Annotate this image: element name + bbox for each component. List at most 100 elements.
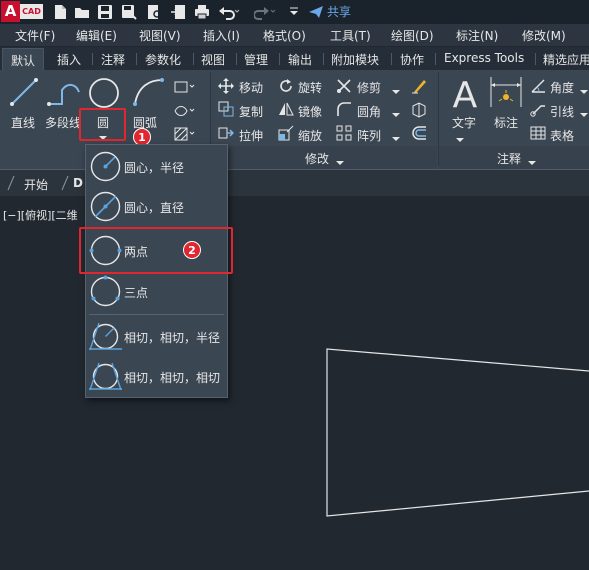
table-tool[interactable]: 表格 <box>550 127 574 144</box>
menu-divider <box>89 314 224 315</box>
mirror-icon <box>278 101 294 117</box>
array-dropdown-icon[interactable] <box>392 131 400 141</box>
modify-panel-title[interactable]: 修改 <box>305 150 329 167</box>
leader-dropdown-icon[interactable] <box>580 107 588 117</box>
tab-separator <box>535 53 536 65</box>
menu-edit[interactable]: 编辑(E) <box>76 27 117 44</box>
erase-icon[interactable] <box>410 77 428 95</box>
tab-express-tools[interactable]: Express Tools <box>444 51 524 65</box>
scale-tool[interactable]: 缩放 <box>298 127 322 144</box>
tab-featured-apps[interactable]: 精选应用 <box>543 51 589 68</box>
share-label: 共享 <box>327 5 352 19</box>
polyline-tool-label[interactable]: 多段线 <box>45 114 81 131</box>
circle-icon <box>86 75 122 111</box>
menu-circle-center-diameter[interactable]: 圆心，直径 <box>86 187 227 227</box>
ribbon-tab-row: 默认 插入 注释 参数化 视图 管理 输出 附加模块 协作 Express To… <box>0 47 589 70</box>
print-preview-icon[interactable] <box>146 4 162 20</box>
save-icon[interactable] <box>97 4 113 20</box>
fillet-dropdown-icon[interactable] <box>392 107 400 117</box>
tab-default[interactable]: 默认 <box>2 48 45 70</box>
rotate-tool[interactable]: 旋转 <box>298 79 322 96</box>
publish-icon[interactable] <box>170 4 186 20</box>
trim-tool[interactable]: 修剪 <box>357 79 381 96</box>
scale-icon <box>278 125 294 141</box>
menu-modify[interactable]: 修改(M) <box>522 27 566 44</box>
modify-panel-expand-icon[interactable] <box>336 155 344 165</box>
tab-separator <box>193 53 194 65</box>
share-button[interactable]: 共享 <box>308 3 351 20</box>
print-icon[interactable] <box>194 4 210 20</box>
share-icon <box>309 5 323 18</box>
menu-label: 圆心，半径 <box>124 161 185 175</box>
mirror-tool[interactable]: 镜像 <box>298 103 322 120</box>
rectangle-icon[interactable] <box>173 80 195 94</box>
dimension-tool-label[interactable]: 标注 <box>494 114 518 131</box>
save-as-icon[interactable] <box>121 4 137 20</box>
tab-view[interactable]: 视图 <box>201 51 225 68</box>
offset-icon[interactable] <box>410 124 428 142</box>
polyline-icon <box>46 78 82 108</box>
menu-view[interactable]: 视图(V) <box>139 27 181 44</box>
text-tool-label[interactable]: 文字 <box>452 114 476 131</box>
tab-addins[interactable]: 附加模块 <box>331 51 379 68</box>
array-tool[interactable]: 阵列 <box>357 127 381 144</box>
menu-format[interactable]: 格式(O) <box>263 27 306 44</box>
rotate-icon <box>278 78 294 94</box>
menu-circle-center-radius[interactable]: 圆心，半径 <box>86 147 227 187</box>
move-icon <box>218 78 234 94</box>
menu-label: 圆心，直径 <box>124 201 185 215</box>
explode-icon[interactable] <box>410 100 428 118</box>
tab-manage[interactable]: 管理 <box>244 51 268 68</box>
angle-dropdown-icon[interactable] <box>580 84 588 94</box>
leader-tool[interactable]: 引线 <box>550 103 574 120</box>
tab-insert[interactable]: 插入 <box>57 51 81 68</box>
annotation-panel-expand-icon[interactable] <box>528 155 536 165</box>
boundary-icon[interactable] <box>173 126 195 142</box>
stretch-icon <box>218 125 235 141</box>
arc-icon <box>132 76 164 108</box>
doctab-start[interactable]: 开始 <box>24 176 48 193</box>
menu-circle-tan-tan-tan[interactable]: 相切，相切，相切 <box>86 357 227 397</box>
fillet-tool[interactable]: 圆角 <box>357 103 381 120</box>
menu-bar: 文件(F) 编辑(E) 视图(V) 插入(I) 格式(O) 工具(T) 绘图(D… <box>0 24 589 46</box>
menu-insert[interactable]: 插入(I) <box>203 27 240 44</box>
text-dropdown-icon[interactable] <box>456 132 464 142</box>
hatch-icon[interactable] <box>173 104 195 118</box>
tab-separator <box>435 53 436 65</box>
copy-icon <box>218 101 234 117</box>
move-tool[interactable]: 移动 <box>239 79 263 96</box>
copy-tool[interactable]: 复制 <box>239 103 263 120</box>
undo-icon[interactable] <box>218 4 240 20</box>
tab-parametric[interactable]: 参数化 <box>145 51 181 68</box>
redo-icon[interactable] <box>254 4 276 20</box>
menu-circle-tan-tan-radius[interactable]: 相切，相切，半径 <box>86 317 227 357</box>
viewport-controls[interactable]: [−][俯视][二维 <box>3 207 78 223</box>
trapezoid-shape[interactable] <box>326 348 589 517</box>
open-folder-icon[interactable] <box>74 4 90 20</box>
doctab-drawing[interactable]: D <box>73 176 83 190</box>
customize-dropdown-icon[interactable] <box>288 4 304 20</box>
menu-dimension[interactable]: 标注(N) <box>456 27 498 44</box>
menu-circle-three-point[interactable]: 三点 <box>86 272 227 312</box>
dimension-icon <box>489 75 523 109</box>
tab-separator <box>323 53 324 65</box>
menu-file[interactable]: 文件(F) <box>15 27 55 44</box>
tab-collaborate[interactable]: 协作 <box>400 51 424 68</box>
angle-tool[interactable]: 角度 <box>550 79 574 96</box>
app-logo[interactable]: A CAD <box>1 1 43 22</box>
new-file-icon[interactable] <box>52 4 68 20</box>
tab-separator <box>92 53 93 65</box>
menu-tools[interactable]: 工具(T) <box>330 27 371 44</box>
tab-annotate[interactable]: 注释 <box>101 51 125 68</box>
tab-output[interactable]: 输出 <box>288 51 312 68</box>
line-tool-label[interactable]: 直线 <box>11 114 35 131</box>
stretch-tool[interactable]: 拉伸 <box>239 127 263 144</box>
tab-slash-icon <box>6 174 16 192</box>
annotation-panel-title[interactable]: 注释 <box>497 150 521 167</box>
menu-label: 三点 <box>124 286 149 300</box>
menu-draw[interactable]: 绘图(D) <box>391 27 434 44</box>
text-icon: A <box>449 75 481 116</box>
step-2-badge: 2 <box>183 241 201 259</box>
circle-button-highlight <box>79 108 126 141</box>
trim-dropdown-icon[interactable] <box>392 84 400 94</box>
